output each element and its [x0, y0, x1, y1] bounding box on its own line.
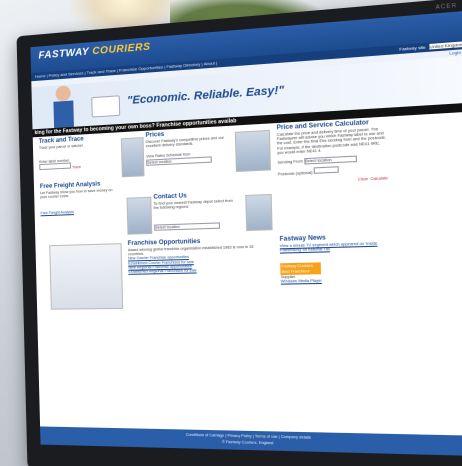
contact-select[interactable]: Select location [154, 222, 221, 232]
track-input[interactable] [39, 162, 72, 171]
news-link[interactable]: View a minute TV segment which appeared … [280, 241, 390, 253]
award-badge: Fastway Couriers Best Franchisor [280, 262, 322, 275]
country-select[interactable]: United Kingdom [429, 41, 462, 50]
parcel-photo [120, 137, 145, 178]
track-section: Track and Trace Track your parcel or sat… [39, 134, 121, 215]
courier-photo [45, 83, 82, 129]
slogan: "Economic. Reliable. Easy!" [126, 83, 285, 108]
franchise-staff-photo [49, 243, 124, 310]
site-logo[interactable]: FASTWAY COURIERS [38, 41, 150, 61]
prices-section: Prices Discover Fastway's competitive pr… [145, 128, 231, 166]
contact-section: Contact Us To find your nearest Fastway … [153, 191, 237, 232]
main-content: Track and Trace Track your parcel or sat… [33, 112, 462, 328]
driver-photo [126, 196, 153, 235]
news-section: Fastway News View a minute TV segment wh… [279, 233, 390, 284]
site-footer: Conditions of Carriage | Privacy Policy … [40, 426, 462, 457]
van-thumb [234, 129, 272, 173]
postcode-label: Postcode (optional) [277, 170, 313, 177]
country-label: Fastway site [399, 44, 426, 52]
operator-photo [245, 193, 273, 232]
sending-label: Sending From [277, 159, 303, 165]
logo-secondary: COURIERS [92, 41, 151, 58]
freight-link[interactable]: Free Freight Analysis [40, 208, 120, 215]
calculator-section: Price and Service Calculator Calculate t… [276, 119, 387, 186]
supplier-link[interactable]: Windows Media Player [281, 277, 391, 284]
van-photo [91, 95, 121, 118]
sending-select[interactable]: Select location [303, 155, 357, 165]
clear-button[interactable]: Clear [358, 177, 368, 182]
calculator-desc: Calculate the price and delivery time of… [276, 126, 387, 155]
monitor-brand: ACER [435, 2, 458, 12]
logo-primary: FASTWAY [38, 46, 90, 62]
monitor-screen: FASTWAY COURIERS Home | Policy and Servi… [30, 10, 462, 457]
trace-button[interactable]: Trace [72, 165, 81, 170]
franchise-section: Franchise Opportunities Award winning gl… [128, 237, 256, 274]
photo-scene: ACER FASTWAY COURIERS Home | Policy and … [0, 0, 462, 466]
contact-desc: To find your nearest Fastway depot selec… [153, 198, 233, 211]
calculate-button[interactable]: Calculate [370, 176, 388, 181]
postcode-input[interactable] [313, 166, 339, 174]
monitor: ACER FASTWAY COURIERS Home | Policy and … [16, 0, 462, 466]
